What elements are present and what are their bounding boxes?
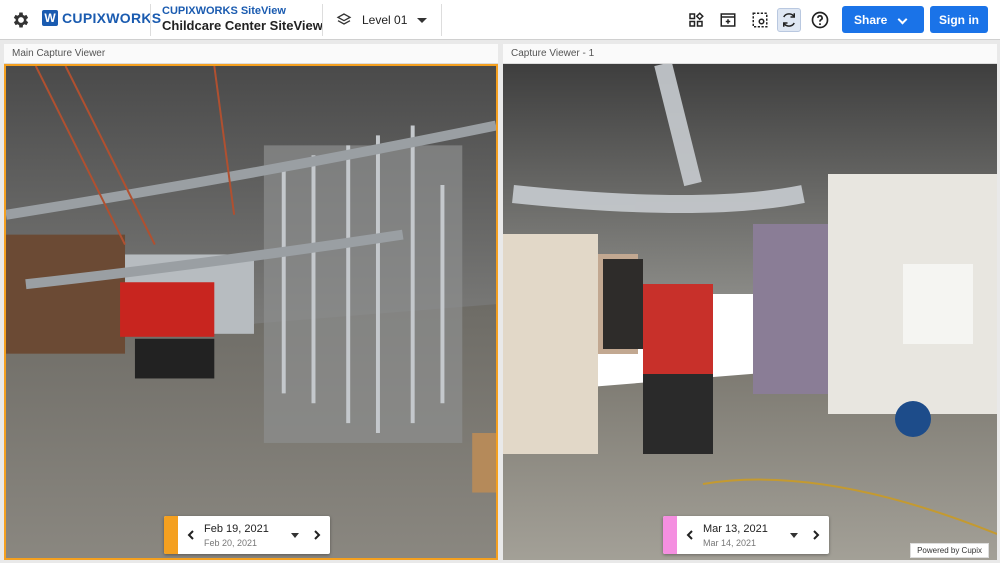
chevron-right-icon	[314, 530, 321, 540]
date-main: Feb 19, 2021	[204, 522, 269, 535]
level-label: Level 01	[362, 13, 408, 27]
sign-in-button[interactable]: Sign in	[930, 6, 988, 33]
capture-date-selector: Mar 13, 2021 Mar 14, 2021	[663, 516, 829, 554]
date-dropdown[interactable]	[785, 516, 803, 554]
help-icon[interactable]	[808, 8, 832, 32]
powered-by-label: Powered by Cupix	[910, 543, 989, 558]
date-sub: Feb 20, 2021	[204, 537, 258, 548]
sync-icon[interactable]	[777, 8, 801, 32]
date-text: Feb 19, 2021 Feb 20, 2021	[204, 523, 286, 548]
product-name: CUPIXWORKS SiteView	[162, 5, 286, 17]
previous-date-button[interactable]	[178, 516, 204, 554]
share-label: Share	[854, 12, 888, 27]
screenshot-icon[interactable]	[748, 8, 772, 32]
chevron-down-icon	[417, 17, 428, 23]
main-capture-viewer[interactable]	[4, 64, 498, 560]
settings-gear-icon[interactable]	[10, 9, 32, 31]
caret-down-icon	[790, 532, 798, 538]
top-bar: W CUPIXWORKS CUPIXWORKS SiteView Childca…	[0, 0, 1000, 40]
layers-icon	[336, 13, 352, 25]
date-text: Mar 13, 2021 Mar 14, 2021	[703, 523, 785, 548]
logo-mark-icon: W	[42, 10, 58, 26]
panel-title: Main Capture Viewer	[4, 44, 498, 64]
project-name: Childcare Center SiteView	[162, 18, 323, 33]
panorama-image[interactable]	[6, 66, 496, 558]
capture-viewer-1-panel: Capture Viewer - 1 Mar 13, 2021 Mar 14, …	[503, 44, 997, 560]
project-title-block: CUPIXWORKS SiteView Childcare Center Sit…	[162, 5, 323, 33]
cupixworks-logo[interactable]: W CUPIXWORKS	[42, 10, 161, 26]
capture-viewer-1[interactable]	[503, 64, 997, 560]
logo-text: CUPIXWORKS	[62, 10, 162, 26]
date-sub: Mar 14, 2021	[703, 537, 757, 548]
date-main: Mar 13, 2021	[703, 522, 768, 535]
level-selector[interactable]: Level 01	[336, 9, 428, 31]
panorama-image[interactable]	[503, 64, 997, 560]
chevron-left-icon	[686, 530, 693, 540]
divider	[322, 4, 323, 36]
caret-down-icon	[291, 532, 299, 538]
next-date-button[interactable]	[803, 516, 829, 554]
date-dropdown[interactable]	[286, 516, 304, 554]
chevron-left-icon	[187, 530, 194, 540]
divider	[150, 4, 151, 36]
panel-title: Capture Viewer - 1	[503, 44, 997, 64]
next-date-button[interactable]	[304, 516, 330, 554]
divider	[441, 4, 442, 36]
chevron-down-icon	[897, 14, 908, 25]
main-capture-panel: Main Capture Viewer Feb 19, 2021 Feb 20,…	[4, 44, 498, 560]
capture-date-selector: Feb 19, 2021 Feb 20, 2021	[164, 516, 330, 554]
date-color-swatch	[164, 516, 178, 554]
date-color-swatch	[663, 516, 677, 554]
add-view-icon[interactable]	[716, 8, 740, 32]
chevron-right-icon	[813, 530, 820, 540]
compare-layout-icon[interactable]	[684, 8, 708, 32]
previous-date-button[interactable]	[677, 516, 703, 554]
share-button[interactable]: Share	[842, 6, 924, 33]
